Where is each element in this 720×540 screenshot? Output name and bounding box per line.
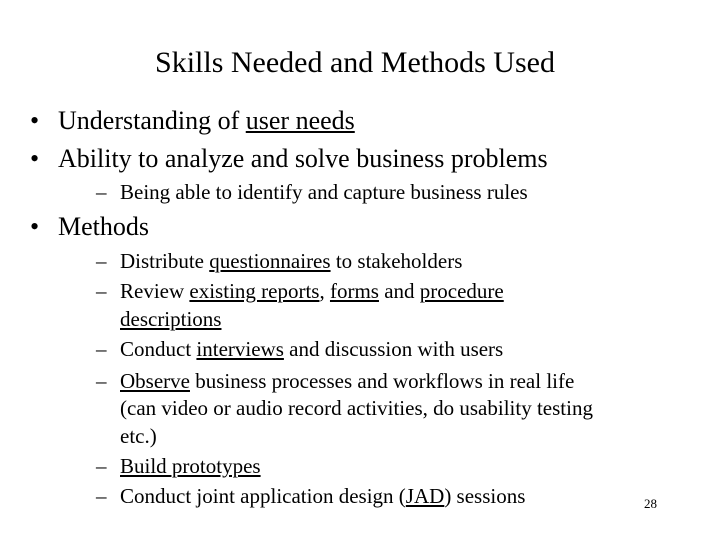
text-run: , (319, 279, 330, 303)
bullet-methods: • Methods (30, 212, 149, 242)
sub-bullet-text: Review existing reports, forms and proce… (120, 279, 504, 303)
bullet-text: Understanding of user needs (58, 106, 355, 135)
underlined-term: procedure (419, 279, 504, 303)
underlined-term: interviews (196, 337, 284, 361)
bullet-icon: • (30, 144, 40, 173)
dash-icon: – (96, 454, 107, 478)
underlined-term: questionnaires (209, 249, 331, 273)
sub-bullet-text: etc.) (120, 424, 157, 448)
sub-bullet-text: (can video or audio record activities, d… (120, 396, 593, 420)
text-run: (can video or audio record activities, d… (120, 396, 593, 420)
page-number: 28 (644, 496, 657, 511)
text-run: Conduct (120, 337, 197, 361)
underlined-term: Observe (120, 369, 190, 393)
dash-icon: – (96, 180, 107, 204)
dash-icon: – (96, 369, 107, 393)
sub-bullet-text: Conduct interviews and discussion with u… (120, 337, 503, 361)
bullet-user-needs: • Understanding of user needs (30, 106, 355, 136)
text-run: Ability to analyze and solve business pr… (58, 144, 548, 173)
sub-bullet-continuation: (can video or audio record activities, d… (120, 396, 593, 421)
sub-bullet-text: Distribute questionnaires to stakeholder… (120, 249, 462, 273)
slide-title: Skills Needed and Methods Used (155, 46, 555, 79)
dash-icon: – (96, 279, 107, 303)
sub-bullet-questionnaires: – Distribute questionnaires to stakehold… (96, 249, 462, 274)
text-run: ) sessions (444, 484, 526, 508)
sub-bullet-text: Conduct joint application design (JAD) s… (120, 484, 525, 508)
underlined-term: existing reports (189, 279, 320, 303)
dash-icon: – (96, 484, 107, 508)
text-run: Conduct joint application design ( (120, 484, 406, 508)
text-run: Understanding of (58, 106, 246, 135)
dash-icon: – (96, 337, 107, 361)
underlined-term: JAD (405, 484, 445, 508)
sub-bullet-text: Build prototypes (120, 454, 261, 478)
sub-bullet-prototypes: – Build prototypes (96, 454, 261, 479)
sub-bullet-review-reports: – Review existing reports, forms and pro… (96, 279, 504, 304)
bullet-icon: • (30, 212, 40, 241)
sub-bullet-interviews: – Conduct interviews and discussion with… (96, 337, 503, 362)
bullet-text: Methods (58, 212, 149, 241)
sub-bullet-text: Being able to identify and capture busin… (120, 180, 528, 204)
underlined-term: Build prototypes (120, 454, 261, 478)
text-run: Being able to identify and capture busin… (120, 180, 528, 204)
text-run: Methods (58, 212, 149, 241)
sub-bullet-text: descriptions (120, 307, 221, 331)
text-run: and discussion with users (283, 337, 504, 361)
sub-bullet-continuation: descriptions (120, 307, 221, 332)
sub-bullet-observe: – Observe business processes and workflo… (96, 369, 574, 394)
bullet-icon: • (30, 106, 40, 135)
sub-bullet-continuation: etc.) (120, 424, 157, 449)
text-run: etc.) (120, 424, 157, 448)
text-run: to stakeholders (330, 249, 463, 273)
dash-icon: – (96, 249, 107, 273)
bullet-text: Ability to analyze and solve business pr… (58, 144, 548, 173)
text-run: Review (120, 279, 190, 303)
text-run: Distribute (120, 249, 210, 273)
underlined-term: user needs (245, 106, 355, 135)
text-run: business processes and workflows in real… (189, 369, 575, 393)
text-run: and (378, 279, 420, 303)
bullet-business-problems: • Ability to analyze and solve business … (30, 144, 548, 174)
sub-bullet-business-rules: – Being able to identify and capture bus… (96, 180, 528, 205)
sub-bullet-text: Observe business processes and workflows… (120, 369, 574, 393)
underlined-term: forms (329, 279, 379, 303)
underlined-term: descriptions (120, 307, 222, 331)
sub-bullet-jad: – Conduct joint application design (JAD)… (96, 484, 525, 509)
